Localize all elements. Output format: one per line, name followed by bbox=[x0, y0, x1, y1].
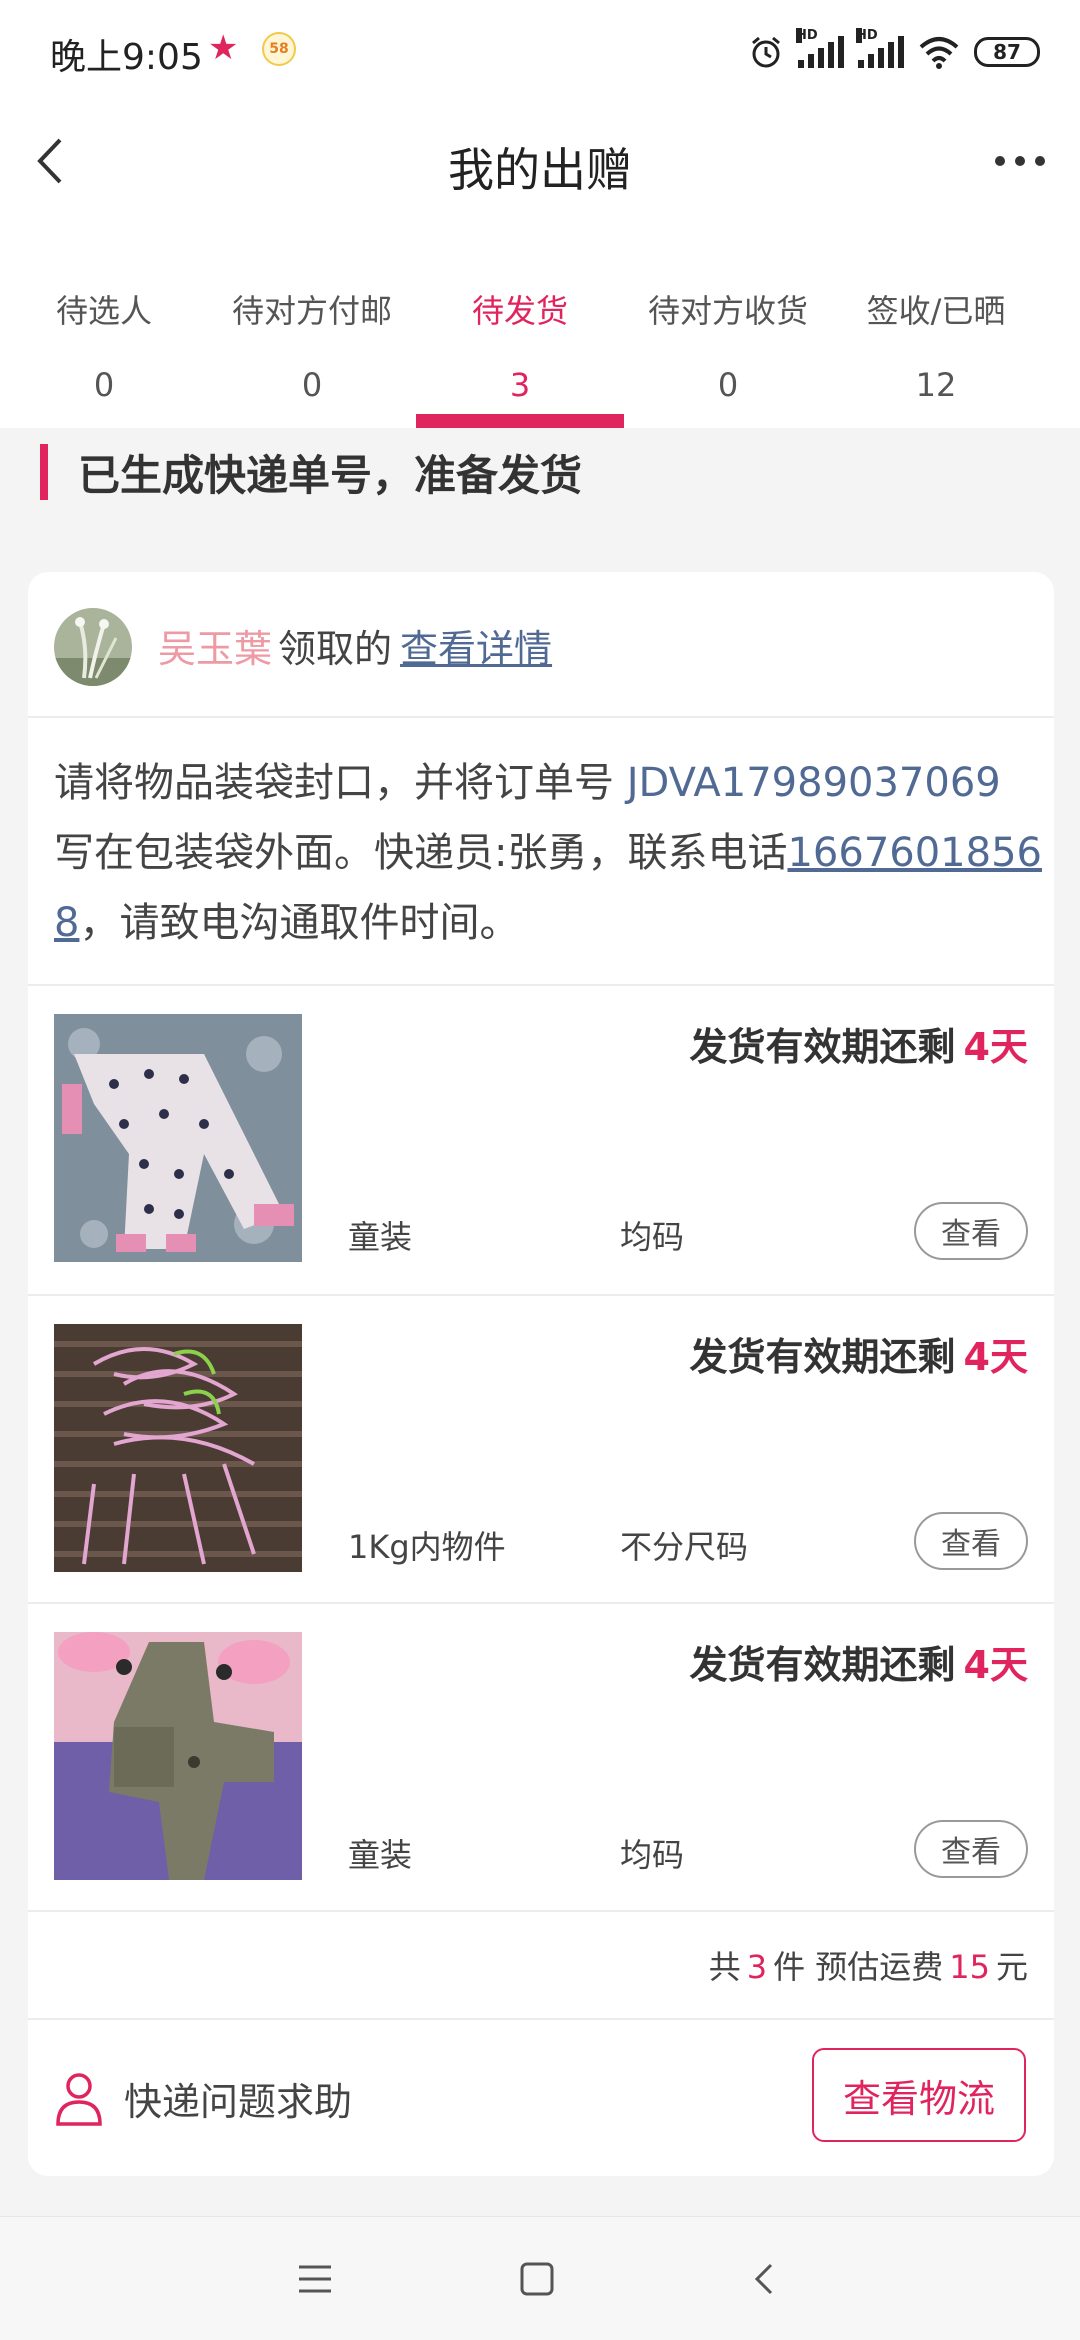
alarm-icon bbox=[752, 36, 780, 68]
back-nav-button[interactable] bbox=[730, 2247, 800, 2311]
view-item-button[interactable]: 查看 bbox=[914, 1512, 1028, 1570]
order-summary: 共3件 预估运费 15 元 bbox=[709, 1942, 1028, 1988]
tab-count: 3 bbox=[509, 366, 531, 404]
shipping-help[interactable]: 快递问题求助 bbox=[54, 2058, 352, 2138]
tab-label: 待选人 bbox=[55, 292, 152, 330]
list-item: 发货有效期还剩 4天 童装 均码 查看 bbox=[28, 986, 1054, 1294]
shipping-instruction: 请将物品装袋封口，并将订单号 JDVA17989037069 写在包装袋外面。快… bbox=[54, 748, 1044, 958]
deadline-label: 发货有效期还剩 bbox=[689, 1335, 956, 1379]
home-nav-button[interactable] bbox=[502, 2247, 572, 2311]
list-item: 发货有效期还剩 4天 童装 均码 查看 bbox=[28, 1604, 1054, 1912]
menu-nav-button[interactable] bbox=[280, 2247, 350, 2311]
instruction-text-3: ，请致电沟通取件时间。 bbox=[79, 900, 520, 946]
order-number: JDVA17989037069 bbox=[626, 760, 1001, 806]
deadline-days: 4天 bbox=[963, 1335, 1028, 1379]
ship-deadline: 发货有效期还剩 4天 bbox=[690, 1326, 1028, 1381]
tab-label: 待对方付邮 bbox=[231, 292, 392, 330]
item-category: 童装 bbox=[348, 1218, 413, 1256]
tab-bar: 待选人 0 待对方付邮 0 待发货 3 待对方收货 0 签收/已晒 12 bbox=[0, 262, 1080, 428]
menu-icon bbox=[299, 2265, 331, 2293]
tab-count: 0 bbox=[717, 366, 739, 404]
status-icons: HD HD 87 bbox=[748, 28, 1040, 76]
avatar[interactable] bbox=[54, 608, 132, 686]
section-heading: 已生成快递单号，准备发货 bbox=[40, 444, 582, 500]
active-tab-indicator bbox=[416, 414, 624, 428]
page-title: 我的出赠 bbox=[448, 143, 632, 197]
item-thumbnail[interactable] bbox=[54, 1632, 302, 1880]
receiver-action: 领取的 bbox=[278, 627, 393, 671]
deadline-days: 4天 bbox=[963, 1643, 1028, 1687]
item-category: 1Kg内物件 bbox=[348, 1528, 506, 1566]
view-item-button[interactable]: 查看 bbox=[914, 1202, 1028, 1260]
summary-unit: 元 bbox=[995, 1948, 1028, 1986]
item-image bbox=[54, 1014, 302, 1262]
order-card: 吴玉葉 领取的 查看详情 请将物品装袋封口，并将订单号 JDVA1798903706… bbox=[28, 572, 1054, 2176]
tab-count: 12 bbox=[915, 366, 957, 404]
item-thumbnail[interactable] bbox=[54, 1014, 302, 1262]
ship-deadline: 发货有效期还剩 4天 bbox=[690, 1634, 1028, 1689]
header: 我的出赠 bbox=[0, 104, 1080, 224]
item-size: 均码 bbox=[620, 1218, 685, 1256]
shipping-fee: 15 bbox=[949, 1948, 990, 1986]
divider bbox=[28, 2018, 1054, 2020]
receiver-row: 吴玉葉 领取的 查看详情 bbox=[28, 572, 1054, 716]
ship-deadline: 发货有效期还剩 4天 bbox=[690, 1016, 1028, 1071]
tab-label: 签收/已晒 bbox=[866, 292, 1006, 330]
section-heading-text: 已生成快递单号，准备发货 bbox=[78, 450, 583, 500]
signal-icon-2: HD bbox=[856, 28, 904, 68]
status-bar: 晚上9:05 ★ 58 HD HD 87 bbox=[0, 0, 1080, 104]
item-category: 童装 bbox=[348, 1836, 413, 1874]
deadline-label: 发货有效期还剩 bbox=[689, 1025, 956, 1069]
receiver-info: 吴玉葉 领取的 查看详情 bbox=[158, 618, 552, 673]
system-nav-bar bbox=[0, 2216, 1080, 2340]
item-size: 均码 bbox=[620, 1836, 685, 1874]
view-item-button[interactable]: 查看 bbox=[914, 1820, 1028, 1878]
signal-icon-1: HD bbox=[796, 28, 844, 68]
instruction-text-2: 写在包装袋外面。快递员:张勇，联系电话 bbox=[54, 830, 788, 876]
view-logistics-button[interactable]: 查看物流 bbox=[812, 2048, 1026, 2142]
summary-prefix: 共 bbox=[708, 1948, 741, 1986]
deadline-label: 发货有效期还剩 bbox=[689, 1643, 956, 1687]
item-image bbox=[54, 1324, 302, 1572]
status-time: 晚上9:05 bbox=[50, 37, 203, 78]
battery-icon: 87 bbox=[974, 37, 1040, 67]
app-badge-icon: 58 bbox=[262, 32, 296, 66]
item-thumbnail[interactable] bbox=[54, 1324, 302, 1572]
deadline-days: 4天 bbox=[963, 1025, 1028, 1069]
instruction-text-1: 请将物品装袋封口，并将订单号 bbox=[54, 760, 627, 806]
item-image bbox=[54, 1632, 302, 1880]
item-count: 3 bbox=[746, 1948, 768, 1986]
divider bbox=[28, 716, 1054, 718]
receiver-name[interactable]: 吴玉葉 bbox=[158, 627, 272, 671]
tab-pending-shipment[interactable]: 待发货 3 bbox=[416, 262, 624, 428]
tab-received[interactable]: 签收/已晒 12 bbox=[832, 262, 1040, 428]
view-details-link[interactable]: 查看详情 bbox=[400, 627, 552, 671]
tab-count: 0 bbox=[301, 366, 323, 404]
tab-label: 待发货 bbox=[471, 292, 568, 330]
wifi-icon bbox=[919, 37, 959, 69]
more-button[interactable] bbox=[980, 126, 1060, 196]
avatar-image bbox=[54, 608, 132, 686]
tab-pending-select[interactable]: 待选人 0 bbox=[0, 262, 208, 428]
tab-label: 待对方收货 bbox=[647, 292, 808, 330]
summary-mid: 件 预估运费 bbox=[773, 1948, 944, 1986]
divider bbox=[28, 1910, 1054, 1912]
help-text: 快递问题求助 bbox=[124, 2079, 353, 2124]
list-item: 发货有效期还剩 4天 1Kg内物件 不分尺码 查看 bbox=[28, 1296, 1054, 1604]
section-accent-bar bbox=[40, 444, 48, 500]
home-square-icon bbox=[520, 2262, 554, 2296]
more-dots-icon bbox=[995, 156, 1045, 166]
item-size: 不分尺码 bbox=[620, 1528, 749, 1566]
person-icon bbox=[56, 2073, 102, 2126]
back-triangle-icon bbox=[754, 2263, 773, 2295]
star-icon: ★ bbox=[208, 28, 239, 68]
tab-pending-postage[interactable]: 待对方付邮 0 bbox=[208, 262, 416, 428]
tab-count: 0 bbox=[93, 366, 115, 404]
tab-pending-receipt[interactable]: 待对方收货 0 bbox=[624, 262, 832, 428]
